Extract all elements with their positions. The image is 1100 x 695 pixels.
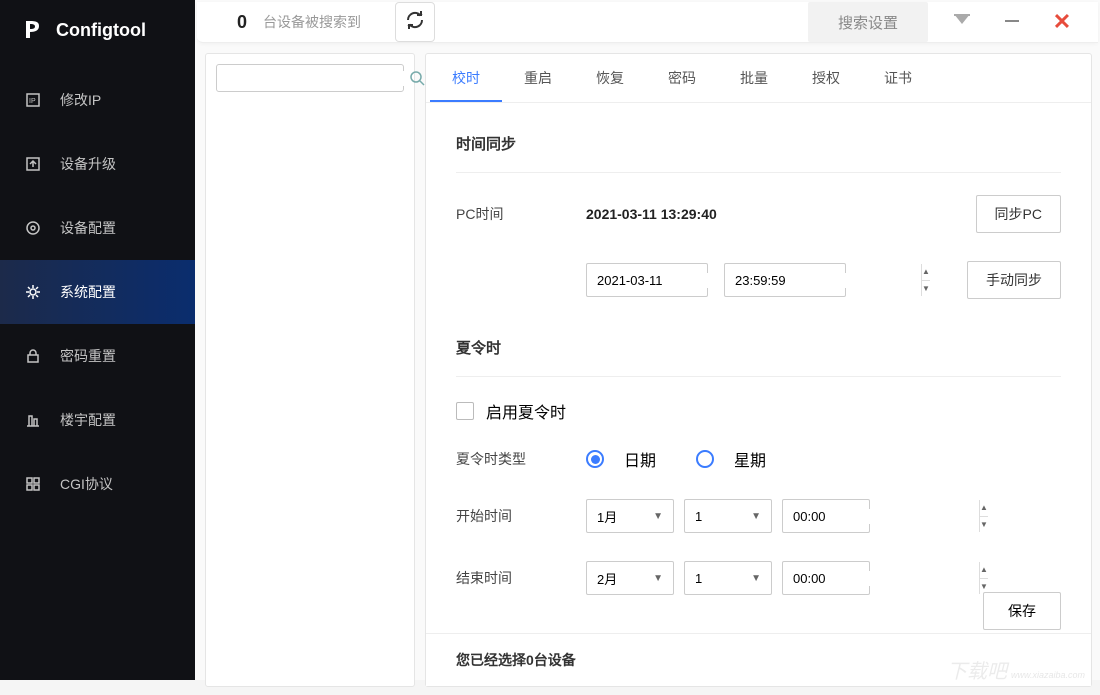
- minimize-button[interactable]: [996, 6, 1028, 38]
- tab-restart[interactable]: 重启: [502, 54, 574, 102]
- tabs: 校时 重启 恢复 密码 批量 授权 证书: [426, 54, 1091, 103]
- dst-type-row: 夏令时类型 日期 星期: [456, 447, 1061, 471]
- sidebar-item-label: 楼宇配置: [60, 410, 116, 430]
- tab-password[interactable]: 密码: [646, 54, 718, 102]
- spinner-up-icon[interactable]: ▲: [922, 264, 930, 281]
- time-sync-title: 时间同步: [456, 123, 1061, 173]
- filter-button[interactable]: [946, 6, 978, 38]
- sidebar-item-label: 设备配置: [60, 218, 116, 238]
- selection-footer: 您已经选择0台设备: [426, 633, 1091, 686]
- grid-icon: [24, 475, 42, 493]
- sidebar-item-device-config[interactable]: 设备配置: [0, 196, 195, 260]
- sync-pc-button[interactable]: 同步PC: [976, 195, 1061, 233]
- section-body: 时间同步 PC时间 2021-03-11 13:29:40 同步PC ▲▼: [426, 103, 1091, 633]
- spinner-up-icon[interactable]: ▲: [980, 500, 988, 517]
- close-button[interactable]: ✕: [1046, 6, 1078, 38]
- brand: Configtool: [0, 0, 195, 68]
- ip-icon: IP: [24, 91, 42, 109]
- radio-week-label: 星期: [734, 447, 766, 471]
- chevron-down-icon: ▼: [653, 511, 663, 522]
- dst-type-label: 夏令时类型: [456, 449, 586, 469]
- dst-start-time-input[interactable]: ▲▼: [782, 499, 870, 533]
- spinner-down-icon[interactable]: ▼: [922, 281, 930, 297]
- pc-time-value: 2021-03-11 13:29:40: [586, 206, 717, 222]
- time-input-field[interactable]: [725, 273, 921, 288]
- sidebar-item-modify-ip[interactable]: IP 修改IP: [0, 68, 195, 132]
- settings-panel: 校时 重启 恢复 密码 批量 授权 证书 时间同步 PC时间 2021-03-1…: [425, 53, 1092, 687]
- dst-start-day-select[interactable]: 1▼: [684, 499, 772, 533]
- search-settings-button[interactable]: 搜索设置: [808, 2, 928, 42]
- dst-enable-row: 启用夏令时: [456, 399, 1061, 423]
- radio-date-label: 日期: [624, 447, 656, 471]
- radio-icon: [696, 450, 714, 468]
- dst-radio-date[interactable]: 日期: [586, 447, 656, 471]
- minimize-icon: [1004, 12, 1020, 33]
- dst-end-time-input[interactable]: ▲▼: [782, 561, 870, 595]
- sidebar-item-label: 设备升级: [60, 154, 116, 174]
- system-config-icon: [24, 283, 42, 301]
- dst-title: 夏令时: [456, 327, 1061, 377]
- selected-count-text: 您已经选择0台设备: [456, 652, 576, 668]
- dst-start-month-select[interactable]: 1月▼: [586, 499, 674, 533]
- time-input[interactable]: ▲▼: [724, 263, 846, 297]
- dst-start-label: 开始时间: [456, 506, 586, 526]
- spinner-up-icon[interactable]: ▲: [980, 562, 988, 579]
- chevron-down-icon: ▼: [653, 573, 663, 584]
- sidebar-item-password-reset[interactable]: 密码重置: [0, 324, 195, 388]
- brand-logo-icon: [22, 18, 44, 42]
- refresh-button[interactable]: [395, 2, 435, 42]
- lock-icon: [24, 347, 42, 365]
- topbar: 0 台设备被搜索到 搜索设置 ✕: [197, 2, 1098, 43]
- tab-certificate[interactable]: 证书: [862, 54, 934, 102]
- pc-time-label: PC时间: [456, 204, 586, 224]
- filter-icon: [954, 13, 970, 31]
- sidebar-item-label: 系统配置: [60, 282, 116, 302]
- sidebar-item-device-upgrade[interactable]: 设备升级: [0, 132, 195, 196]
- search-icon[interactable]: [409, 66, 425, 90]
- upgrade-icon: [24, 155, 42, 173]
- sidebar-item-cgi-protocol[interactable]: CGI协议: [0, 452, 195, 516]
- svg-text:IP: IP: [29, 98, 36, 105]
- sidebar-item-building-config[interactable]: 楼宇配置: [0, 388, 195, 452]
- search-input[interactable]: [217, 71, 409, 86]
- content: 校时 重启 恢复 密码 批量 授权 证书 时间同步 PC时间 2021-03-1…: [195, 43, 1100, 695]
- device-list-panel: [205, 53, 415, 687]
- tab-restore[interactable]: 恢复: [574, 54, 646, 102]
- sidebar-item-label: CGI协议: [60, 474, 113, 494]
- building-icon: [24, 411, 42, 429]
- dst-enable-label: 启用夏令时: [486, 399, 566, 423]
- dst-end-month-select[interactable]: 2月▼: [586, 561, 674, 595]
- manual-sync-button[interactable]: 手动同步: [967, 261, 1061, 299]
- radio-icon: [586, 450, 604, 468]
- chevron-down-icon: ▼: [751, 511, 761, 522]
- dst-end-label: 结束时间: [456, 568, 586, 588]
- chevron-down-icon: ▼: [751, 573, 761, 584]
- main-area: 0 台设备被搜索到 搜索设置 ✕: [195, 0, 1100, 680]
- sidebar-item-label: 密码重置: [60, 346, 116, 366]
- dst-end-row: 结束时间 2月▼ 1▼ ▲▼: [456, 561, 1061, 595]
- dst-start-row: 开始时间 1月▼ 1▼ ▲▼: [456, 499, 1061, 533]
- search-box: [216, 64, 404, 92]
- dst-enable-checkbox[interactable]: [456, 402, 474, 420]
- pc-time-row: PC时间 2021-03-11 13:29:40 同步PC: [456, 195, 1061, 233]
- device-count: 0: [237, 12, 247, 33]
- device-config-icon: [24, 219, 42, 237]
- brand-title: Configtool: [56, 20, 146, 41]
- sidebar-item-label: 修改IP: [60, 90, 101, 110]
- tab-batch[interactable]: 批量: [718, 54, 790, 102]
- refresh-icon: [404, 9, 426, 36]
- tab-time-sync[interactable]: 校时: [430, 54, 502, 102]
- date-input[interactable]: ▲▼: [586, 263, 708, 297]
- close-icon: ✕: [1053, 9, 1071, 35]
- sidebar-item-system-config[interactable]: 系统配置: [0, 260, 195, 324]
- dst-radio-week[interactable]: 星期: [696, 447, 766, 471]
- spinner-down-icon[interactable]: ▼: [980, 517, 988, 533]
- sidebar: Configtool IP 修改IP 设备升级 设备配置 系统配置 密码重置 楼…: [0, 0, 195, 680]
- save-button[interactable]: 保存: [983, 592, 1061, 630]
- dst-end-day-select[interactable]: 1▼: [684, 561, 772, 595]
- manual-time-row: ▲▼ ▲▼ 手动同步: [456, 261, 1061, 299]
- tab-authorize[interactable]: 授权: [790, 54, 862, 102]
- device-count-label: 台设备被搜索到: [263, 12, 361, 32]
